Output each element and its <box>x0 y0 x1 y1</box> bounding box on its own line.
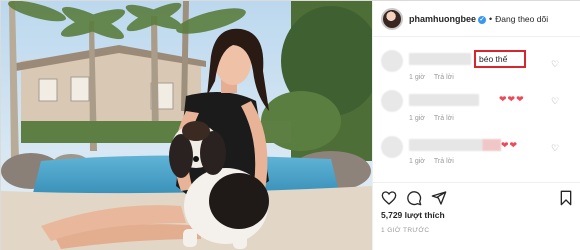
heart-outline-icon[interactable] <box>381 190 397 206</box>
comment-username-redacted <box>409 94 479 106</box>
username-text[interactable]: phamhuongbee <box>409 14 476 24</box>
reply-link[interactable]: Trả lời <box>434 115 454 122</box>
comment-time: 1 giờ <box>409 74 425 81</box>
comment-meta: 1 giờ Trả lời <box>409 115 454 122</box>
header-separator: • <box>489 13 493 24</box>
post-photo[interactable] <box>1 1 372 250</box>
profile-avatar[interactable] <box>381 7 403 30</box>
post-side-panel: phamhuongbee ✓ • Đang theo dõi béo thế ♡ … <box>372 1 580 250</box>
verified-badge-icon: ✓ <box>478 15 486 24</box>
comment-avatar[interactable] <box>381 136 403 158</box>
comment-username-redacted <box>409 139 501 151</box>
comment-emoji: ❤❤ <box>501 140 519 150</box>
post-date: 1 GIỜ TRƯỚC <box>381 227 430 234</box>
like-count[interactable]: 5,729 lượt thích <box>381 210 445 220</box>
comment-bubble-icon[interactable] <box>406 190 422 206</box>
comment-time: 1 giờ <box>409 115 425 122</box>
comment-highlight-box <box>474 50 526 68</box>
following-status-button[interactable]: Đang theo dõi <box>495 14 548 24</box>
heart-outline-icon[interactable]: ♡ <box>551 143 559 154</box>
comment-list: béo thế ♡ 1 giờ Trả lời ❤❤❤ ♡ 1 giờ Trả lờ… <box>373 38 580 181</box>
comment-username-redacted <box>409 53 471 65</box>
username-link[interactable]: phamhuongbee ✓ <box>409 14 486 24</box>
reply-link[interactable]: Trả lời <box>434 74 454 81</box>
post-photo-image <box>1 1 372 250</box>
post-header: phamhuongbee ✓ • Đang theo dõi <box>373 1 580 37</box>
comment-meta: 1 giờ Trả lời <box>409 158 454 165</box>
share-arrow-icon[interactable] <box>431 190 447 206</box>
comment-avatar[interactable] <box>381 90 403 112</box>
comment-time: 1 giờ <box>409 158 425 165</box>
reply-link[interactable]: Trả lời <box>434 158 454 165</box>
instagram-post-card: phamhuongbee ✓ • Đang theo dõi béo thế ♡ … <box>0 0 580 250</box>
comment-avatar[interactable] <box>381 50 403 72</box>
bookmark-icon[interactable] <box>558 190 574 206</box>
comment-emoji: ❤❤❤ <box>499 94 525 104</box>
post-actions-bar <box>373 182 580 208</box>
comment-meta: 1 giờ Trả lời <box>409 74 454 81</box>
heart-outline-icon[interactable]: ♡ <box>551 59 559 70</box>
heart-outline-icon[interactable]: ♡ <box>551 96 559 107</box>
